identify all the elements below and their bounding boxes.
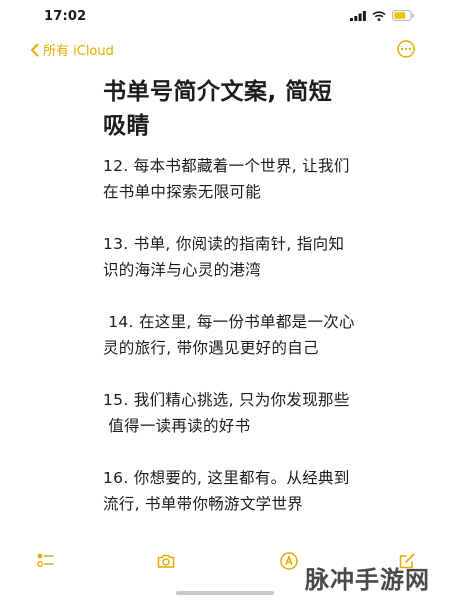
- back-button[interactable]: 所有 iCloud: [30, 40, 114, 59]
- paragraph-line: 12. 每本书都藏着一个世界, 让我们: [103, 157, 350, 175]
- paragraph-line: 13. 书单, 你阅读的指南针, 指向知: [103, 235, 345, 253]
- note-paragraph: 16. 你想要的, 这里都有。从经典到 流行, 书单带你畅游文学世界: [103, 465, 383, 517]
- note-body[interactable]: 书单号简介文案, 简短 吸睛 12. 每本书都藏着一个世界, 让我们 在书单中探…: [103, 75, 383, 517]
- note-paragraph: 12. 每本书都藏着一个世界, 让我们 在书单中探索无限可能: [103, 153, 383, 205]
- note-paragraph: 15. 我们精心挑选, 只为你发现那些 值得一读再读的好书: [103, 387, 383, 439]
- paragraph-line: 识的海洋与心灵的港湾: [103, 261, 262, 279]
- paragraph-line: 在书单中探索无限可能: [103, 183, 262, 201]
- note-title: 书单号简介文案, 简短 吸睛: [103, 75, 383, 143]
- note-paragraph: 14. 在这里, 每一份书单都是一次心 灵的旅行, 带你遇见更好的自己: [103, 309, 383, 361]
- back-button-label: 所有 iCloud: [43, 44, 114, 59]
- paragraph-line: 灵的旅行, 带你遇见更好的自己: [103, 339, 319, 357]
- checklist-icon[interactable]: [36, 551, 56, 571]
- chevron-left-icon: [31, 43, 39, 56]
- note-paragraph: 13. 书单, 你阅读的指南针, 指向知 识的海洋与心灵的港湾: [103, 231, 383, 283]
- watermark-text: 脉冲手游网: [305, 566, 430, 594]
- home-indicator: [176, 591, 274, 595]
- paragraph-line: 16. 你想要的, 这里都有。从经典到: [103, 469, 350, 487]
- note-title-line: 书单号简介文案, 简短: [103, 79, 333, 105]
- battery-icon: [392, 10, 414, 21]
- camera-icon[interactable]: [156, 551, 176, 571]
- nav-bar: 所有 iCloud: [0, 36, 450, 62]
- wifi-icon: [372, 10, 386, 21]
- paragraph-line: 值得一读再读的好书: [103, 417, 251, 435]
- status-bar: 17:02: [0, 0, 450, 30]
- cellular-signal-icon: [350, 10, 366, 21]
- status-time: 17:02: [44, 9, 87, 24]
- status-icons: [350, 10, 414, 21]
- more-options-icon[interactable]: [397, 40, 415, 58]
- paragraph-line: 流行, 书单带你畅游文学世界: [103, 495, 304, 513]
- paragraph-line: 15. 我们精心挑选, 只为你发现那些: [103, 391, 350, 409]
- note-title-line: 吸睛: [103, 113, 150, 139]
- paragraph-line: 14. 在这里, 每一份书单都是一次心: [103, 313, 355, 331]
- markup-icon[interactable]: [279, 551, 299, 571]
